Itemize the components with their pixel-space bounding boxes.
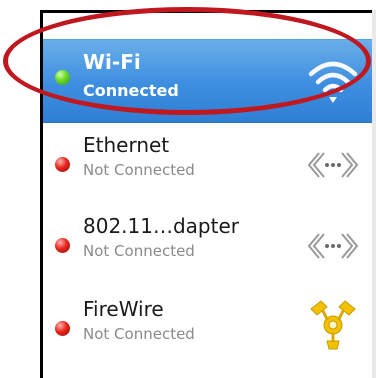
service-row-firewire[interactable]: FireWire Not Connected (43, 289, 372, 373)
firewire-icon (310, 300, 356, 350)
service-status: Not Connected (83, 242, 195, 260)
service-name: FireWire (83, 297, 164, 321)
service-row-80211-adapter[interactable]: 802.11…dapter Not Connected (43, 206, 372, 290)
service-status: Not Connected (83, 325, 195, 343)
service-name: Ethernet (83, 133, 170, 157)
service-row-ethernet[interactable]: Ethernet Not Connected (43, 123, 372, 207)
ethernet-icon (307, 233, 359, 259)
service-status: Connected (83, 81, 179, 100)
status-dot-connected (55, 70, 70, 85)
wifi-icon (308, 61, 358, 103)
panel-edge (372, 10, 376, 378)
status-dot-disconnected (55, 238, 70, 253)
status-dot-disconnected (55, 157, 70, 172)
status-dot-disconnected (55, 321, 70, 336)
service-name: 802.11…dapter (83, 214, 239, 238)
service-status: Not Connected (83, 161, 195, 179)
service-row-wifi[interactable]: Wi‑Fi Connected (43, 39, 372, 123)
ethernet-icon (307, 152, 359, 178)
service-name: Wi‑Fi (83, 50, 141, 74)
